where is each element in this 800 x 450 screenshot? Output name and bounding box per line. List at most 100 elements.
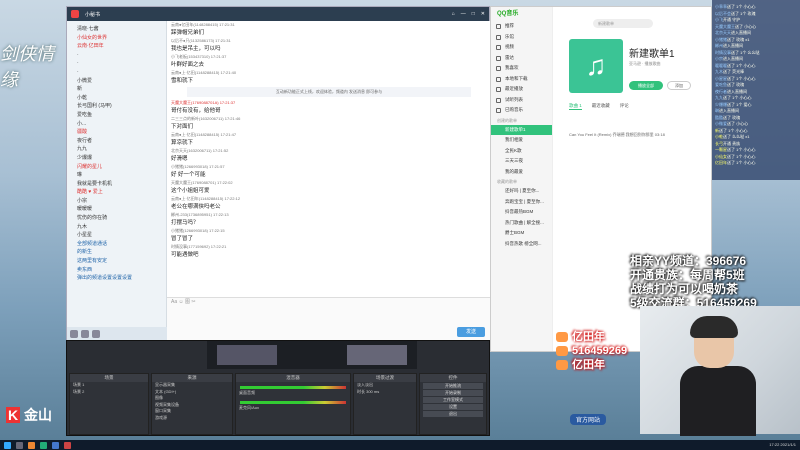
obs-control-button[interactable]: 开始录制 <box>423 390 483 396</box>
channel-tree-item[interactable]: 小宗 <box>67 197 166 206</box>
speaker-icon[interactable] <box>81 330 89 338</box>
sidebar-item[interactable]: 已购音乐 <box>491 105 552 116</box>
collected-playlist-item[interactable]: 还好吗 | 夏至你... <box>491 186 552 197</box>
gift-text: 516459269 <box>572 345 628 357</box>
channel-tree-item[interactable]: 酷酷 ♥ 爱上 <box>67 188 166 197</box>
sidebar-item-label: 推荐 <box>505 23 514 28</box>
close-button[interactable]: ✕ <box>481 11 485 17</box>
streamer <box>680 316 756 436</box>
dock-row[interactable]: 场景 2 <box>70 389 148 396</box>
playlist-item[interactable]: 全民K歌 <box>491 146 552 157</box>
channel-tree-item[interactable]: · <box>67 68 166 77</box>
collected-playlist-item[interactable]: 奔跑宝宝 | 夏至你... <box>491 197 552 208</box>
playlist-item[interactable]: 我们相爱 <box>491 135 552 146</box>
maximize-button[interactable]: □ <box>472 11 475 17</box>
minimize-button[interactable]: — <box>461 11 466 17</box>
gift-log-text: 送了 1个 小心心 <box>727 4 756 9</box>
sidebar-item[interactable]: 视频 <box>491 42 552 53</box>
playlist-item[interactable]: 我的最爱 <box>491 167 552 178</box>
dock-row[interactable]: 桌面音频 <box>236 390 350 397</box>
channel-tree-item[interactable]: 琳 <box>67 171 166 180</box>
channel-tree-item[interactable]: 新 <box>67 85 166 94</box>
playlist-item[interactable]: 三天三夜 <box>491 156 552 167</box>
sidebar-item[interactable]: 推荐 <box>491 21 552 32</box>
channel-tree-item[interactable]: 弹出的频道设置设置设置 <box>67 274 166 283</box>
settings-icon[interactable] <box>92 330 100 338</box>
channel-tree-item[interactable]: 这两里有安定 <box>67 257 166 266</box>
tab-2[interactable]: 评论 <box>620 103 629 110</box>
obs-control-button[interactable]: 工作室模式 <box>423 397 483 403</box>
dock-row[interactable]: 游戏源 <box>152 415 232 422</box>
taskbar-app-icon[interactable] <box>40 441 47 449</box>
channel-tree-item[interactable]: 小乾 <box>67 94 166 103</box>
channel-tree-item[interactable]: 少爆爆 <box>67 154 166 163</box>
sidebar-item[interactable]: 乐馆 <box>491 32 552 43</box>
taskbar-app-icon[interactable] <box>52 441 59 449</box>
play-all-button[interactable]: 播放全部 <box>629 81 663 90</box>
channel-tree-item[interactable]: · <box>67 51 166 60</box>
channel-tree-item[interactable]: 疆酸 <box>67 128 166 137</box>
obs-control-button[interactable]: 退出 <box>423 411 483 417</box>
channel-tree-item[interactable]: 长弓国利 (马甲) <box>67 102 166 111</box>
channel-tree-item[interactable]: 九九 <box>67 145 166 154</box>
channel-tree-item[interactable]: 清晓·七酱 <box>67 25 166 34</box>
gift-log-user: 小宗 <box>715 56 723 61</box>
channel-tree-item[interactable]: 小仙女的世界 <box>67 34 166 43</box>
collected-playlist-item[interactable]: 抖音最热BGM <box>491 207 552 218</box>
sidebar-item[interactable]: 雷达 <box>491 53 552 64</box>
created-playlists-header: 创建的歌单 <box>497 117 517 123</box>
song-row[interactable]: Can You Feel It (Remix) 乔瑞德 我想回到你那里 03:1… <box>569 131 709 139</box>
message-text: 踩弹帽兄弟们 <box>171 30 205 36</box>
channel-tree: 清晓·七酱 小仙女的世界 云南·亿田年 · · · 小微爱新小乾 长弓国利 (马甲) 爱吃鱼 小.… <box>67 21 167 341</box>
chat-input-area[interactable]: Aa ☺ 图 ✂ 发送 <box>167 297 491 341</box>
channel-tree-item[interactable]: 云南·亿田年 <box>67 42 166 51</box>
nav-icon <box>496 66 501 71</box>
gift-log-user: 暖暖暖 <box>715 62 727 68</box>
chat-message: 郴州-233(1736895951) 17:22:13 打摆马吗？ <box>167 211 491 227</box>
channel-tree-item[interactable]: 闪耀的星儿 <box>67 163 166 172</box>
channel-tree-item[interactable]: 我就是要卡机机 <box>67 180 166 189</box>
channel-tree-item[interactable]: 小... <box>67 120 166 129</box>
search-input[interactable]: 新建歌单 <box>593 19 653 28</box>
tab-1[interactable]: 最近收藏 <box>592 103 610 110</box>
chat-message: 小猪猪(1266993018) 17:22:15 冒了冒了 <box>167 227 491 243</box>
channel-tree-item[interactable]: 卖东西 <box>67 266 166 275</box>
start-icon[interactable] <box>4 441 11 449</box>
playlist-item[interactable]: 新建歌单1 <box>491 124 552 135</box>
channel-tree-item[interactable]: 九木 <box>67 223 166 232</box>
obs-control-button[interactable]: 设置 <box>423 404 483 410</box>
send-button[interactable]: 发送 <box>457 327 485 337</box>
collected-playlist-item[interactable]: 爵士BGM <box>491 228 552 239</box>
channel-tree-item[interactable]: 小微爱 <box>67 77 166 86</box>
dock-row[interactable]: 麦克风/Aux <box>236 405 350 412</box>
collected-playlist-item[interactable]: 热门歌曲 | 解全搜... <box>491 218 552 229</box>
collected-playlist-item[interactable]: 抖音热歌 榜全网... <box>491 239 552 250</box>
channel-tree-item[interactable]: 夜行者 <box>67 137 166 146</box>
taskbar-app-icon[interactable] <box>64 441 71 449</box>
channel-tree-item[interactable]: 忧伤的你在骑 <box>67 214 166 223</box>
channel-tree-item[interactable]: 爱吃鱼 <box>67 111 166 120</box>
input-toolbar[interactable]: Aa ☺ 图 ✂ <box>167 298 491 308</box>
add-button[interactable]: 添加 <box>667 81 691 90</box>
chat-message: 小飞老板(153437310) 17:21:37 叶群好面之去 <box>167 53 491 69</box>
search-icon[interactable] <box>16 441 23 449</box>
channel-tree-item[interactable]: 暖暖暖 <box>67 205 166 214</box>
channel-tree-item[interactable]: 的新生 <box>67 248 166 257</box>
sidebar-item[interactable]: 我喜欢 <box>491 63 552 74</box>
obs-control-button[interactable]: 开始推流 <box>423 383 483 389</box>
sidebar-item[interactable]: 最近播放 <box>491 84 552 95</box>
sidebar-item[interactable]: 本地和下载 <box>491 74 552 85</box>
sidebar-item[interactable]: 试听列表 <box>491 95 552 106</box>
tab-0[interactable]: 歌曲 1 <box>569 103 582 110</box>
channel-tree-item[interactable]: 小星星 <box>67 231 166 240</box>
mic-icon[interactable] <box>70 330 78 338</box>
taskbar-app-icon[interactable] <box>28 441 35 449</box>
channel-tree-item[interactable]: · <box>67 59 166 68</box>
streamer-body <box>680 366 756 436</box>
chat-message: 时情没事(177159692) 17:22:21 可能遇做吧 <box>167 243 491 259</box>
channel-tree-item[interactable]: 全部频道通话 <box>67 240 166 249</box>
clock-date: 2021/1/1 <box>780 442 796 447</box>
home-icon[interactable]: ⌂ <box>452 11 455 17</box>
chat-message: 以后不●只(1132586173) 17:21:31 我也是吊主，可以吗 <box>167 37 491 53</box>
dock-row[interactable]: 时长 300 ms <box>354 389 416 396</box>
